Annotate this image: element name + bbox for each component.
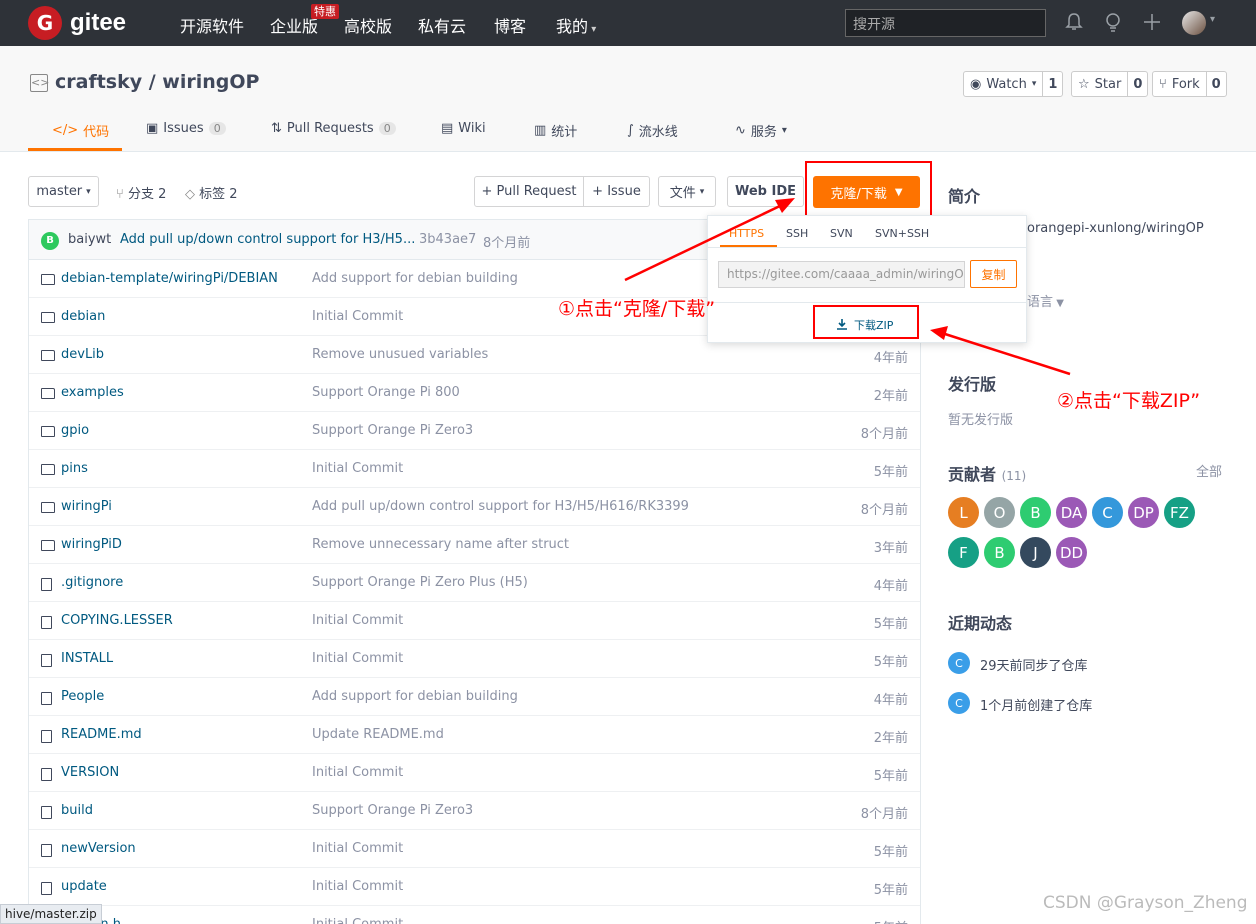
arrow-to-zip [944, 332, 1071, 376]
annotation-arrows [624, 198, 1071, 376]
status-bar-url: hive/master.zip [0, 904, 102, 924]
annotation-step2: ②点击“下载ZIP” [1057, 390, 1201, 412]
annotation-step1: ①点击“克隆/下载” [558, 298, 716, 320]
arrow-head-zip [930, 326, 948, 340]
arrow-head-clone [775, 198, 795, 213]
watermark: CSDN @Grayson_Zheng [1043, 893, 1248, 913]
arrow-to-clone [624, 203, 783, 282]
